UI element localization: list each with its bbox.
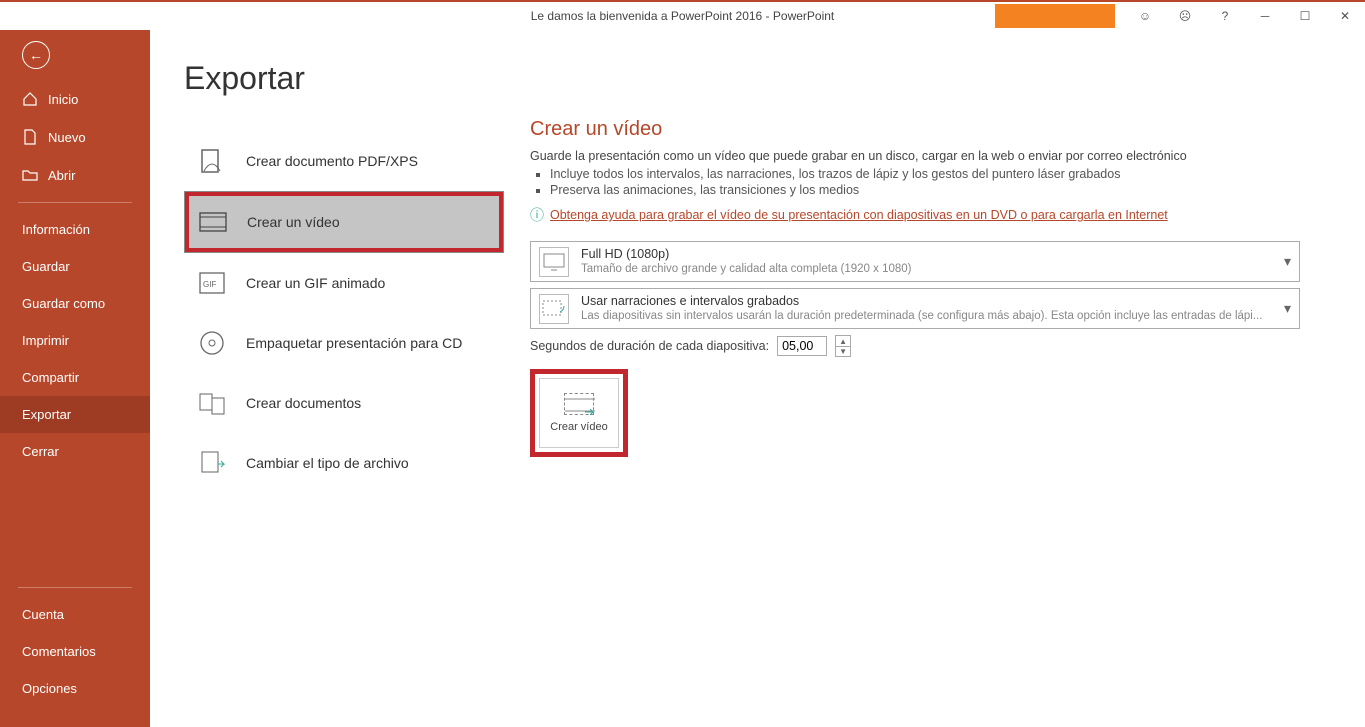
sidebar-label: Abrir	[48, 168, 75, 183]
chevron-down-icon: ▾	[1284, 253, 1291, 270]
export-option-label: Crear un vídeo	[247, 214, 340, 230]
sidebar-label: Cerrar	[22, 444, 59, 459]
titlebar-right: ☺ ☹ ? ─ ☐ ✕	[995, 2, 1365, 30]
help-link[interactable]: Obtenga ayuda para grabar el vídeo de su…	[550, 208, 1168, 222]
export-option-label: Crear documento PDF/XPS	[246, 153, 418, 169]
sidebar-item-guardar[interactable]: Guardar	[0, 248, 150, 285]
export-options-list: Exportar Crear documento PDF/XPS Crear u…	[150, 60, 530, 727]
narration-icon	[539, 294, 569, 324]
video-panel: Crear un vídeo Guarde la presentación co…	[530, 60, 1365, 727]
bullet-item: Incluye todos los intervalos, las narrac…	[550, 167, 1315, 181]
export-option-pdf[interactable]: Crear documento PDF/XPS	[184, 131, 504, 191]
titlebar: Le damos la bienvenida a PowerPoint 2016…	[0, 0, 1365, 30]
panel-bullets: Incluye todos los intervalos, las narrac…	[550, 167, 1315, 197]
back-arrow-icon: ←	[22, 41, 50, 69]
dropdown-sub: Las diapositivas sin intervalos usarán l…	[581, 309, 1272, 324]
export-option-cd[interactable]: Empaquetar presentación para CD	[184, 313, 504, 373]
separator	[18, 587, 132, 588]
spin-down-icon[interactable]: ▼	[836, 347, 850, 357]
narration-dropdown[interactable]: Usar narraciones e intervalos grabados L…	[530, 288, 1300, 329]
export-option-filetype[interactable]: Cambiar el tipo de archivo	[184, 433, 504, 493]
svg-text:GIF: GIF	[203, 280, 216, 289]
sidebar-item-guardar-como[interactable]: Guardar como	[0, 285, 150, 322]
sidebar-label: Inicio	[48, 92, 78, 107]
new-icon	[22, 129, 38, 145]
sidebar-item-compartir[interactable]: Compartir	[0, 359, 150, 396]
open-icon	[22, 167, 38, 183]
smile-icon[interactable]: ☺	[1125, 2, 1165, 30]
dropdown-sub: Tamaño de archivo grande y calidad alta …	[581, 262, 1272, 277]
sidebar-item-inicio[interactable]: Inicio	[0, 80, 150, 118]
sidebar-item-cuenta[interactable]: Cuenta	[0, 596, 150, 633]
seconds-row: Segundos de duración de cada diapositiva…	[530, 335, 1315, 357]
sidebar-item-comentarios[interactable]: Comentarios	[0, 633, 150, 670]
minimize-button[interactable]: ─	[1245, 2, 1285, 30]
help-question-icon: ⓘ	[530, 205, 544, 225]
sidebar-label: Guardar como	[22, 296, 105, 311]
export-option-label: Empaquetar presentación para CD	[246, 335, 462, 351]
maximize-button[interactable]: ☐	[1285, 2, 1325, 30]
dropdown-main: Usar narraciones e intervalos grabados	[581, 293, 1272, 309]
sidebar-item-exportar[interactable]: Exportar	[0, 396, 150, 433]
sidebar-label: Opciones	[22, 681, 77, 696]
bullet-item: Preserva las animaciones, las transicion…	[550, 183, 1315, 197]
monitor-icon	[539, 247, 569, 277]
sidebar-label: Imprimir	[22, 333, 69, 348]
sidebar-label: Cuenta	[22, 607, 64, 622]
video-file-icon	[564, 393, 594, 415]
sidebar-label: Nuevo	[48, 130, 86, 145]
home-icon	[22, 91, 38, 107]
frown-icon[interactable]: ☹	[1165, 2, 1205, 30]
main-area: ← Inicio Nuevo Abrir Información Guardar…	[0, 30, 1365, 727]
dropdown-main: Full HD (1080p)	[581, 246, 1272, 262]
filetype-icon	[196, 447, 228, 479]
seconds-label: Segundos de duración de cada diapositiva…	[530, 339, 769, 353]
panel-desc: Guarde la presentación como un vídeo que…	[530, 149, 1315, 163]
account-label[interactable]	[995, 4, 1115, 28]
sidebar-item-nuevo[interactable]: Nuevo	[0, 118, 150, 156]
pdf-icon	[196, 145, 228, 177]
backstage-sidebar: ← Inicio Nuevo Abrir Información Guardar…	[0, 30, 150, 727]
sidebar-item-imprimir[interactable]: Imprimir	[0, 322, 150, 359]
sidebar-label: Guardar	[22, 259, 70, 274]
create-video-highlight: Crear vídeo	[530, 369, 628, 457]
export-option-label: Crear documentos	[246, 395, 361, 411]
sidebar-item-opciones[interactable]: Opciones	[0, 670, 150, 707]
separator	[18, 202, 132, 203]
sidebar-item-cerrar[interactable]: Cerrar	[0, 433, 150, 470]
docs-icon	[196, 387, 228, 419]
window-title: Le damos la bienvenida a PowerPoint 2016…	[531, 9, 835, 23]
video-icon	[197, 206, 229, 238]
export-option-video[interactable]: Crear un vídeo	[184, 191, 504, 253]
spin-up-icon[interactable]: ▲	[836, 336, 850, 347]
export-option-docs[interactable]: Crear documentos	[184, 373, 504, 433]
sidebar-item-informacion[interactable]: Información	[0, 211, 150, 248]
content-area: Exportar Crear documento PDF/XPS Crear u…	[150, 30, 1365, 727]
cd-icon	[196, 327, 228, 359]
sidebar-label: Exportar	[22, 407, 71, 422]
quality-dropdown[interactable]: Full HD (1080p) Tamaño de archivo grande…	[530, 241, 1300, 282]
help-link-row: ⓘ Obtenga ayuda para grabar el vídeo de …	[530, 205, 1315, 225]
panel-title: Crear un vídeo	[530, 118, 1315, 141]
help-icon[interactable]: ?	[1205, 2, 1245, 30]
seconds-input[interactable]	[777, 336, 827, 356]
create-video-button[interactable]: Crear vídeo	[539, 378, 619, 448]
close-button[interactable]: ✕	[1325, 2, 1365, 30]
back-button[interactable]: ←	[0, 30, 150, 80]
export-option-label: Crear un GIF animado	[246, 275, 385, 291]
export-option-gif[interactable]: GIF Crear un GIF animado	[184, 253, 504, 313]
sidebar-label: Información	[22, 222, 90, 237]
page-title: Exportar	[184, 60, 530, 97]
gif-icon: GIF	[196, 267, 228, 299]
sidebar-label: Comentarios	[22, 644, 96, 659]
export-option-label: Cambiar el tipo de archivo	[246, 455, 409, 471]
create-video-label: Crear vídeo	[550, 421, 607, 433]
sidebar-item-abrir[interactable]: Abrir	[0, 156, 150, 194]
chevron-down-icon: ▾	[1284, 300, 1291, 317]
seconds-spinner[interactable]: ▲ ▼	[835, 335, 851, 357]
sidebar-label: Compartir	[22, 370, 79, 385]
